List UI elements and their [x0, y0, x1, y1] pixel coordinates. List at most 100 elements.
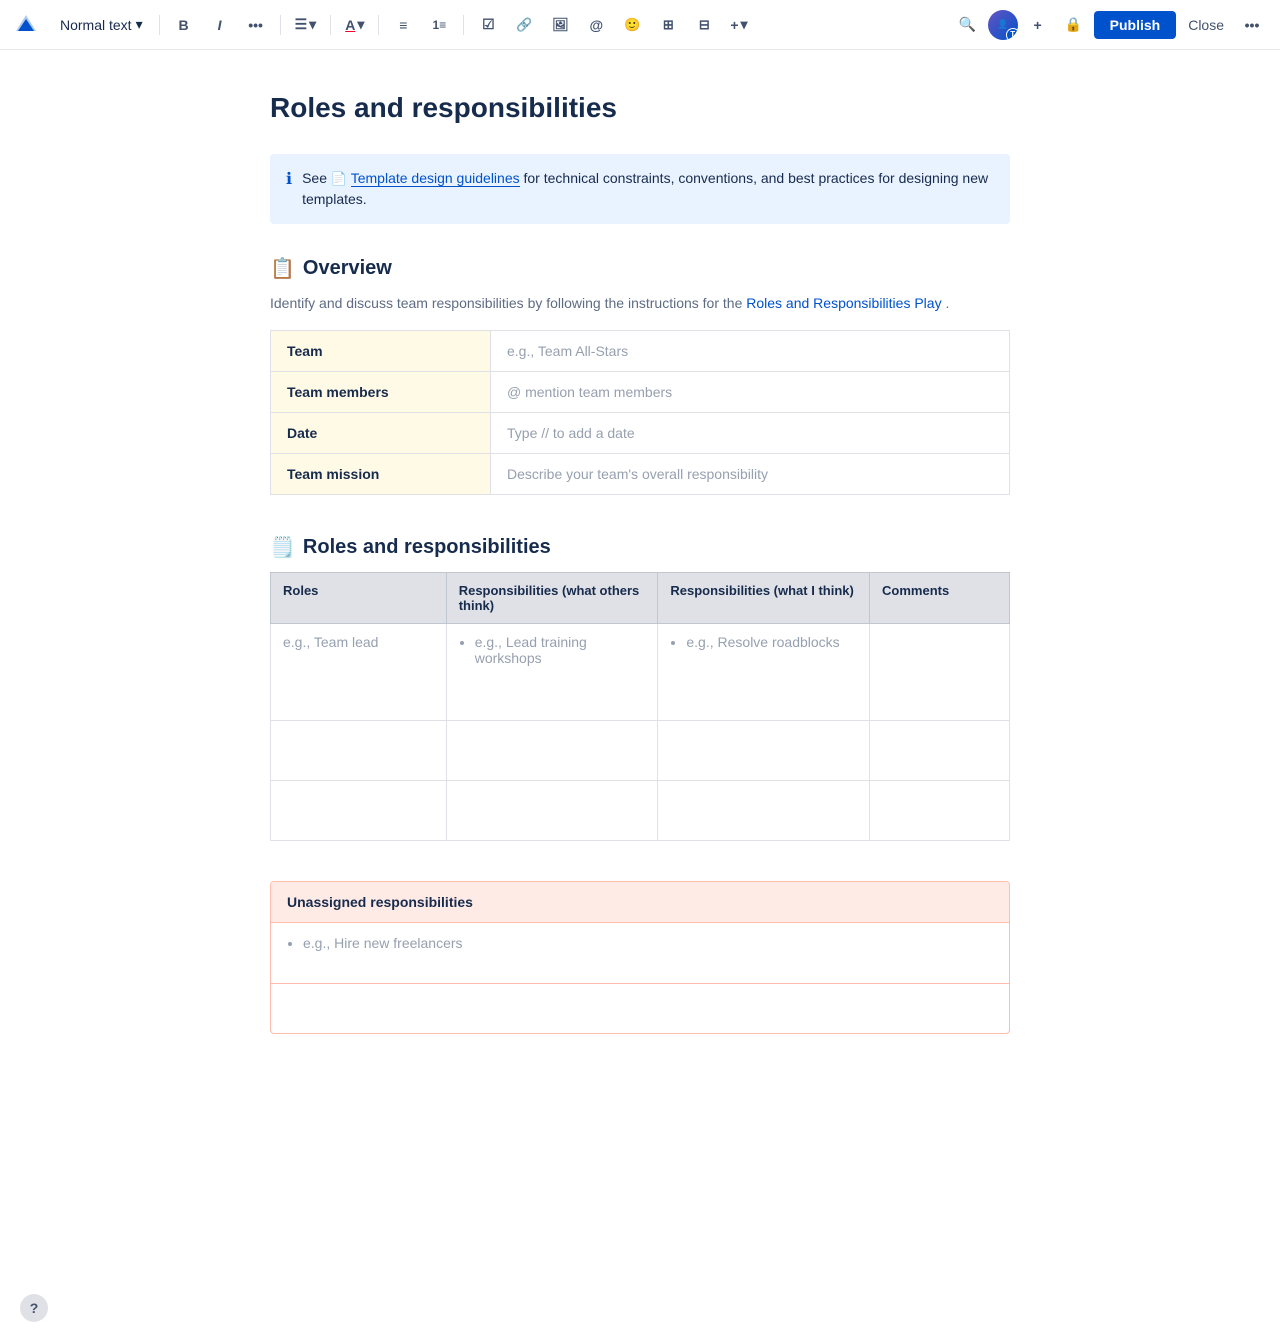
align-button[interactable]: ☰ ▾ [289, 9, 323, 41]
roles-table-head: Roles Responsibilities (what others thin… [271, 573, 1010, 624]
checkbox-icon: ☑ [482, 16, 495, 33]
text-style-dropdown[interactable]: Normal text ▾ [52, 12, 151, 37]
toolbar-divider-3 [330, 15, 331, 35]
numbered-list-button[interactable]: 1≡ [423, 9, 455, 41]
comments-cell-2[interactable] [870, 781, 1010, 841]
more-options-icon: ••• [1245, 17, 1260, 33]
list-item: e.g., Hire new freelancers [303, 935, 993, 951]
overview-row-label-0: Team [271, 331, 491, 372]
columns-button[interactable]: ⊟ [688, 9, 720, 41]
unassigned-list: e.g., Hire new freelancers [287, 935, 993, 951]
mine-cell-0[interactable]: e.g., Resolve roadblocks [658, 624, 870, 721]
table-row [271, 781, 1010, 841]
roles-icon: 🗒️ [270, 535, 295, 560]
table-row: Date Type // to add a date [271, 413, 1010, 454]
table-icon: ⊞ [663, 17, 674, 33]
numbered-list-icon: 1≡ [433, 18, 447, 32]
table-button[interactable]: ⊞ [652, 9, 684, 41]
info-link-icon: 📄 [331, 171, 347, 186]
text-style-chevron: ▾ [136, 16, 143, 33]
overview-row-value-1[interactable]: @ mention team members [491, 372, 1010, 413]
close-button[interactable]: Close [1180, 11, 1232, 39]
page-title[interactable]: Roles and responsibilities [270, 90, 1010, 126]
publish-button[interactable]: Publish [1094, 11, 1177, 39]
list-item: e.g., Resolve roadblocks [686, 634, 857, 650]
overview-row-value-2[interactable]: Type // to add a date [491, 413, 1010, 454]
overview-row-value-0[interactable]: e.g., Team All-Stars [491, 331, 1010, 372]
bold-button[interactable]: B [168, 9, 200, 41]
col-header-mine: Responsibilities (what I think) [658, 573, 870, 624]
avatar[interactable]: 👤 T [988, 10, 1018, 40]
role-cell-1[interactable] [271, 721, 447, 781]
lock-icon: 🔒 [1065, 16, 1082, 33]
align-icon: ☰ [295, 16, 308, 33]
toolbar-divider-5 [463, 15, 464, 35]
color-chevron: ▾ [357, 16, 364, 33]
role-cell-2[interactable] [271, 781, 447, 841]
table-row: e.g., Team lead e.g., Lead training work… [271, 624, 1010, 721]
others-cell-0[interactable]: e.g., Lead training workshops [446, 624, 658, 721]
overview-icon: 📋 [270, 256, 295, 281]
others-cell-2[interactable] [446, 781, 658, 841]
search-button[interactable]: 🔍 [952, 9, 984, 41]
image-icon: 🖼 [552, 17, 569, 33]
image-button[interactable]: 🖼 [544, 9, 576, 41]
table-row [271, 721, 1010, 781]
overview-description: Identify and discuss team responsibiliti… [270, 293, 1010, 314]
color-icon: A [345, 17, 355, 33]
role-cell-0[interactable]: e.g., Team lead [271, 624, 447, 721]
overview-heading: 📋 Overview [270, 256, 1010, 281]
list-item [686, 674, 857, 690]
list-item: e.g., Lead training workshops [475, 634, 646, 666]
more-formatting-button[interactable]: ••• [240, 9, 272, 41]
info-text: See 📄 Template design guidelines for tec… [302, 168, 994, 210]
mine-cell-1[interactable] [658, 721, 870, 781]
overview-row-label-2: Date [271, 413, 491, 454]
comments-cell-1[interactable] [870, 721, 1010, 781]
italic-button[interactable]: I [204, 9, 236, 41]
color-button[interactable]: A ▾ [339, 9, 370, 41]
list-item [475, 670, 646, 686]
insert-button[interactable]: + ▾ [724, 9, 753, 41]
unassigned-body[interactable]: e.g., Hire new freelancers [271, 923, 1009, 983]
table-row: Team members @ mention team members [271, 372, 1010, 413]
help-button[interactable]: ? [20, 1294, 48, 1322]
align-chevron: ▾ [309, 16, 316, 33]
overview-row-label-3: Team mission [271, 454, 491, 495]
info-icon: ℹ [286, 169, 292, 189]
more-formatting-icon: ••• [248, 17, 263, 33]
emoji-button[interactable]: 🙂 [616, 9, 648, 41]
unassigned-header: Unassigned responsibilities [271, 882, 1009, 923]
more-options-button[interactable]: ••• [1236, 9, 1268, 41]
roles-heading-text: Roles and responsibilities [303, 536, 551, 559]
overview-desc-after: . [945, 295, 949, 311]
avatar-badge: T [1006, 28, 1018, 40]
mine-cell-2[interactable] [658, 781, 870, 841]
share-button[interactable]: 🔒 [1058, 9, 1090, 41]
col-header-roles: Roles [271, 573, 447, 624]
comments-cell-0[interactable] [870, 624, 1010, 721]
mention-button[interactable]: @ [580, 9, 612, 41]
insert-dropdown-icon: ▾ [741, 16, 748, 33]
search-icon: 🔍 [959, 16, 976, 33]
overview-row-value-3[interactable]: Describe your team's overall responsibil… [491, 454, 1010, 495]
overview-desc-link[interactable]: Roles and Responsibilities Play [746, 295, 941, 311]
add-collaborator-button[interactable]: + [1022, 9, 1054, 41]
others-cell-1[interactable] [446, 721, 658, 781]
unassigned-empty-row[interactable] [271, 983, 1009, 1033]
toolbar-divider-4 [378, 15, 379, 35]
help-icon: ? [30, 1300, 39, 1316]
bullet-list-button[interactable]: ≡ [387, 9, 419, 41]
mine-list-0: e.g., Resolve roadblocks [670, 634, 857, 690]
checkbox-button[interactable]: ☑ [472, 9, 504, 41]
toolbar: Normal text ▾ B I ••• ☰ ▾ A ▾ ≡ 1≡ ☑ 🔗 [0, 0, 1280, 50]
roles-table: Roles Responsibilities (what others thin… [270, 572, 1010, 841]
col-header-comments: Comments [870, 573, 1010, 624]
table-row: Team mission Describe your team's overal… [271, 454, 1010, 495]
info-link[interactable]: Template design guidelines [351, 170, 520, 187]
roles-section: 🗒️ Roles and responsibilities Roles Resp… [270, 535, 1010, 841]
col-header-others: Responsibilities (what others think) [446, 573, 658, 624]
toolbar-divider-1 [159, 15, 160, 35]
link-button[interactable]: 🔗 [508, 9, 540, 41]
toolbar-divider-2 [280, 15, 281, 35]
